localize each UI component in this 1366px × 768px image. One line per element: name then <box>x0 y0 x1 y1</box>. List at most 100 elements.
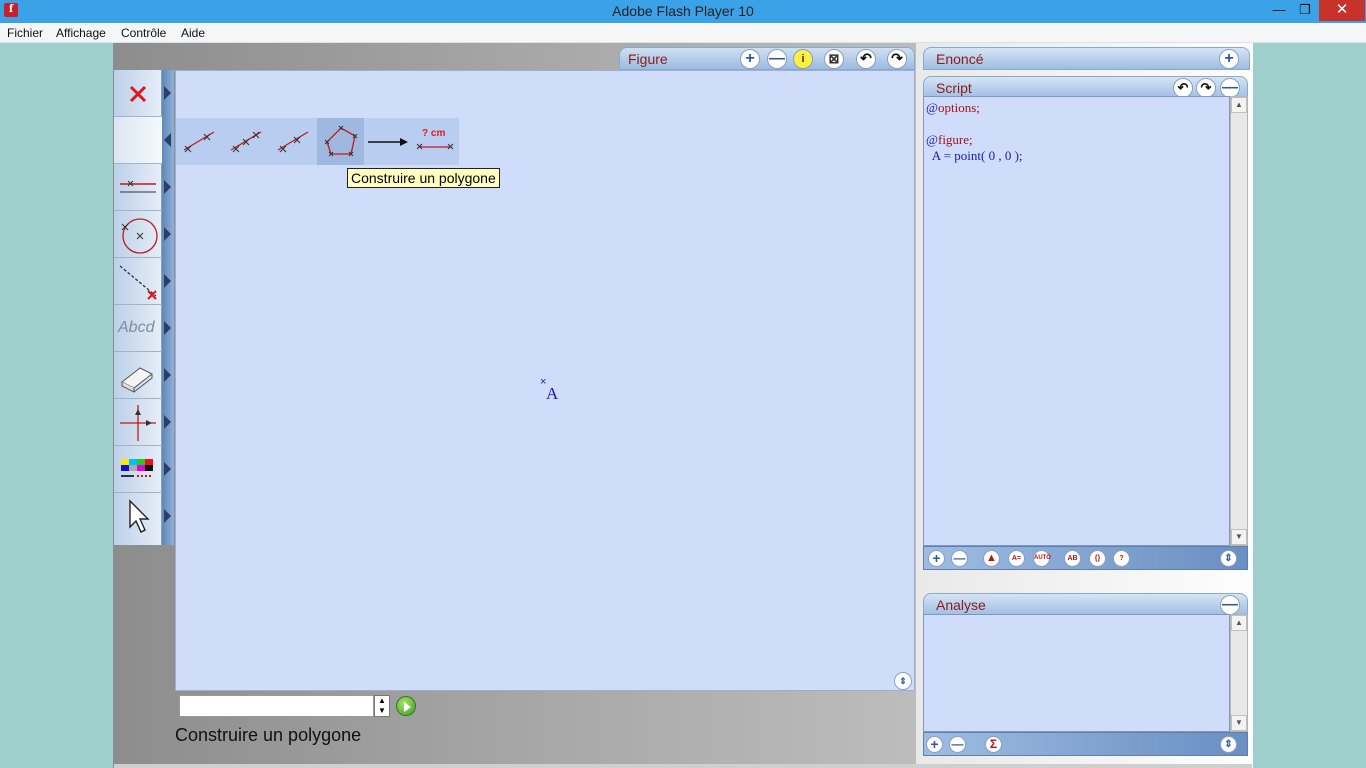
toolbar-expand-strip <box>162 70 174 545</box>
bottom-edge <box>114 764 1252 768</box>
polygon-icon <box>324 125 358 157</box>
close-button[interactable]: ✕ <box>1319 0 1365 21</box>
assign-icon[interactable]: A= <box>1008 550 1025 567</box>
red-cross-icon <box>129 85 147 103</box>
eraser-tool[interactable] <box>114 352 162 399</box>
analyse-scrollbar[interactable]: ▲ ▼ <box>1230 614 1248 732</box>
point-a-label[interactable]: A <box>546 384 558 404</box>
window-title: Adobe Flash Player 10 <box>612 3 754 19</box>
midpoint-icon <box>230 131 262 153</box>
scroll-toggle-icon[interactable]: ⇕ <box>894 672 912 690</box>
segment-icon <box>119 265 157 300</box>
color-tool[interactable] <box>114 446 162 493</box>
menu-fichier[interactable]: Fichier <box>7 26 43 40</box>
expand-arrow-icon[interactable] <box>164 368 171 382</box>
redo-button[interactable]: ↷ <box>887 49 907 69</box>
delete-tool[interactable] <box>114 70 162 117</box>
expand-arrow-icon[interactable] <box>164 415 171 429</box>
script-redo-icon[interactable]: ↷ <box>1196 78 1216 98</box>
scroll-down-icon[interactable]: ▼ <box>1231 715 1247 731</box>
expand-arrow-icon[interactable] <box>164 321 171 335</box>
analyse-add-button[interactable]: + <box>926 736 943 753</box>
analyse-panel-title: Analyse <box>936 597 986 613</box>
menu-affichage[interactable]: Affichage <box>56 26 106 40</box>
text-tool-label: Abcd <box>118 319 155 336</box>
rename-icon[interactable]: AB <box>1064 550 1081 567</box>
point-on-line-tool[interactable] <box>176 118 223 165</box>
auto-icon[interactable]: AUTO <box>1033 550 1051 567</box>
analyse-toolbar: + — Σ ⇕ <box>923 732 1248 756</box>
script-undo-icon[interactable]: ↶ <box>1173 78 1193 98</box>
menu-aide[interactable]: Aide <box>181 26 205 40</box>
help-icon[interactable]: ? <box>1113 550 1130 567</box>
fit-frame-button[interactable]: ⊠ <box>824 49 844 69</box>
analyse-panel-header: Analyse <box>923 593 1248 616</box>
arrow-icon <box>368 138 408 146</box>
circle-tool[interactable] <box>114 211 162 258</box>
scroll-up-icon[interactable]: ▲ <box>1231 97 1247 113</box>
title-bar: f Adobe Flash Player 10 — ❐ ✕ <box>0 0 1366 23</box>
script-editor[interactable]: @options; @figure; A = point( 0 , 0 ); <box>923 96 1230 546</box>
command-spinner[interactable]: ▲ ▼ <box>374 695 390 717</box>
segment-tool[interactable] <box>114 258 162 305</box>
analyse-collapse-button[interactable]: — <box>1220 595 1240 615</box>
sigma-icon[interactable]: Σ <box>985 736 1002 753</box>
script-line: @figure; <box>926 132 973 147</box>
script-remove-button[interactable]: — <box>951 550 968 567</box>
script-add-button[interactable]: + <box>928 550 945 567</box>
main-toolbar: Abcd <box>114 70 162 545</box>
enonce-panel-title: Enoncé <box>936 51 984 67</box>
info-button[interactable]: i <box>793 49 813 69</box>
zoom-in-button[interactable]: + <box>740 49 760 69</box>
eraser-icon <box>121 367 153 393</box>
midpoint-tool[interactable] <box>223 118 270 165</box>
scroll-up-icon[interactable]: ▲ <box>1231 615 1247 631</box>
point-subtoolbar: ? cm <box>176 118 459 165</box>
script-scrollbar[interactable]: ▲ ▼ <box>1230 96 1248 546</box>
figure-panel-title: Figure <box>628 51 668 67</box>
expand-arrow-icon[interactable] <box>164 509 171 523</box>
analyse-output <box>923 614 1230 732</box>
spin-up-icon[interactable]: ▲ <box>375 696 389 706</box>
expand-arrow-icon[interactable] <box>164 180 171 194</box>
axes-tool[interactable] <box>114 399 162 446</box>
vector-tool[interactable] <box>364 118 411 165</box>
script-panel-title: Script <box>936 80 972 96</box>
intersection-point-tool[interactable] <box>270 118 317 165</box>
command-input[interactable] <box>179 695 374 717</box>
braces-icon[interactable]: {} <box>1089 550 1106 567</box>
maximize-button[interactable]: ❐ <box>1292 0 1318 21</box>
run-command-button[interactable] <box>396 696 416 716</box>
pointer-tool[interactable] <box>114 493 162 540</box>
line-tool[interactable] <box>114 164 162 211</box>
script-toolbar: + — ▲ A= AUTO AB {} ? ⇕ <box>923 546 1248 570</box>
script-collapse-icon[interactable]: — <box>1220 78 1240 98</box>
measure-segment-icon <box>416 143 454 150</box>
undo-button[interactable]: ↶ <box>856 49 876 69</box>
script-line: A = point( 0 , 0 ); <box>926 148 1023 163</box>
minimize-button[interactable]: — <box>1266 0 1292 21</box>
expand-arrow-icon[interactable] <box>164 274 171 288</box>
analyse-resize-icon[interactable]: ⇕ <box>1220 736 1237 753</box>
expand-arrow-icon[interactable] <box>164 227 171 241</box>
triangle-icon[interactable]: ▲ <box>983 550 1000 567</box>
axes-icon <box>120 405 156 441</box>
script-resize-icon[interactable]: ⇕ <box>1220 550 1237 567</box>
measure-tool[interactable]: ? cm <box>411 118 458 165</box>
collapse-arrow-icon[interactable] <box>164 133 171 147</box>
text-tool[interactable]: Abcd <box>114 305 162 352</box>
zoom-out-button[interactable]: — <box>767 49 787 69</box>
scroll-down-icon[interactable]: ▼ <box>1231 529 1247 545</box>
line-icon <box>120 180 156 193</box>
enonce-add-button[interactable]: + <box>1219 49 1239 69</box>
menu-controle[interactable]: Contrôle <box>121 26 166 40</box>
point-tool[interactable] <box>114 117 162 164</box>
expand-arrow-icon[interactable] <box>164 462 171 476</box>
analyse-remove-button[interactable]: — <box>949 736 966 753</box>
enonce-panel-header[interactable]: Enoncé <box>923 47 1250 70</box>
spin-down-icon[interactable]: ▼ <box>375 706 389 716</box>
script-line <box>926 116 1227 132</box>
polygon-tool[interactable] <box>317 118 364 165</box>
expand-arrow-icon[interactable] <box>164 86 171 100</box>
point-on-segment-icon <box>183 131 215 153</box>
